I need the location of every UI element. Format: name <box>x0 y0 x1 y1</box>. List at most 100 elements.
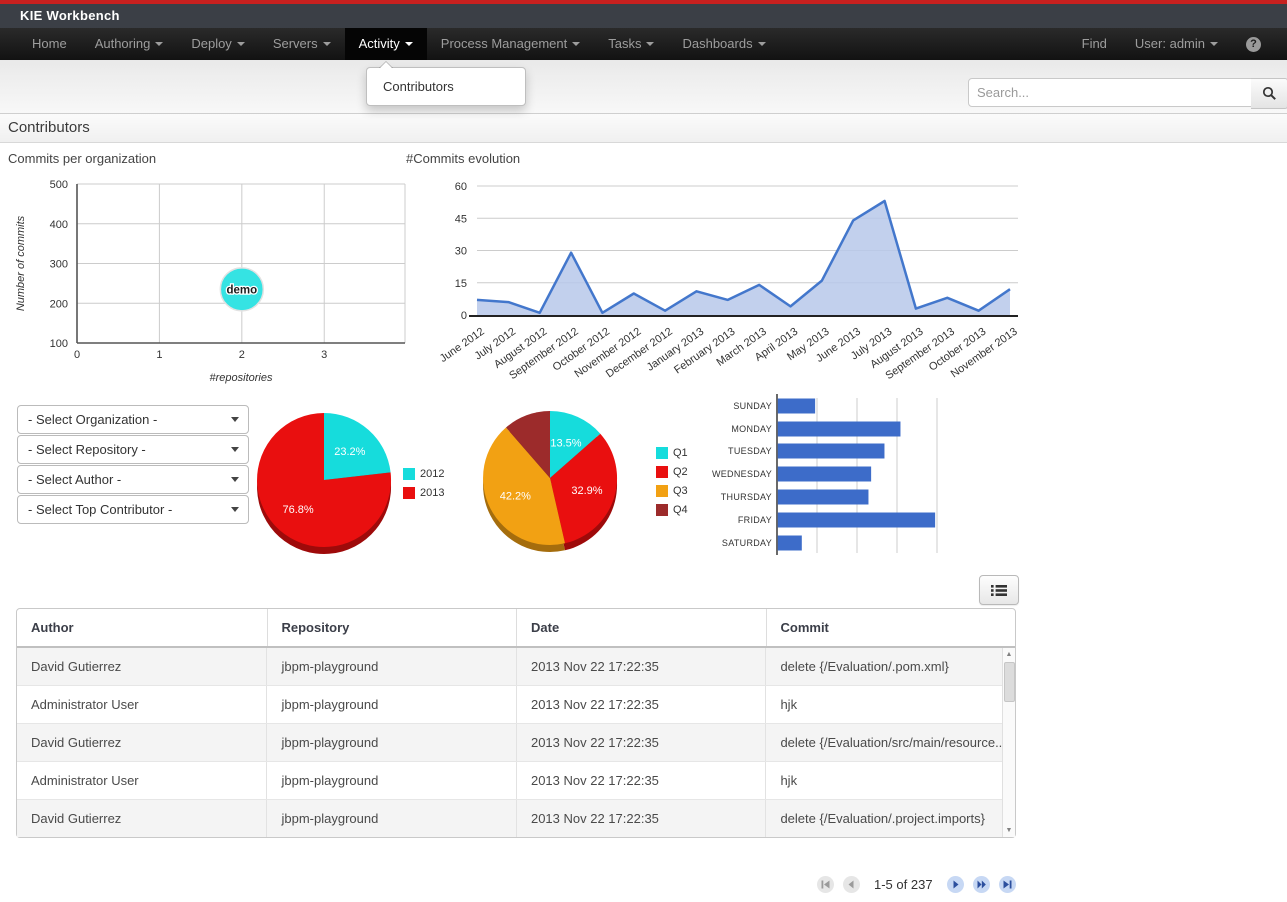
select-select-repository[interactable]: - Select Repository - <box>17 435 249 464</box>
page-first-button <box>817 876 834 893</box>
nav-item-dashboards[interactable]: Dashboards <box>668 28 779 60</box>
table-cell: Administrator User <box>17 762 266 799</box>
legend-item-2012: 2012 <box>403 464 444 483</box>
fast-forward-icon <box>977 880 986 889</box>
table-cell: 2013 Nov 22 17:22:35 <box>516 762 765 799</box>
app-title: KIE Workbench <box>20 4 120 28</box>
svg-text:200: 200 <box>50 298 68 310</box>
table-row: David Gutierrezjbpm-playground2013 Nov 2… <box>17 724 1015 762</box>
legend-swatch <box>403 468 415 480</box>
legend-swatch <box>656 466 668 478</box>
prev-icon <box>847 880 856 889</box>
menu-item-contributors[interactable]: Contributors <box>367 73 525 100</box>
svg-text:500: 500 <box>50 179 68 191</box>
table-cell: 2013 Nov 22 17:22:35 <box>516 648 765 685</box>
search-icon <box>1262 86 1277 101</box>
commits-by-quarter-pie-chart[interactable]: 13.5% 32.9% 42.2% <box>470 398 640 563</box>
table-cell: delete {/Evaluation/.project.imports} <box>765 800 1015 837</box>
commits-evolution-chart[interactable]: 015304560June 2012July 2012August 2012Se… <box>420 168 1035 400</box>
nav-item-activity[interactable]: Activity <box>345 28 427 60</box>
column-header-repository[interactable]: Repository <box>267 609 517 646</box>
scroll-up-icon[interactable]: ▲ <box>1003 651 1015 658</box>
svg-text:42.2%: 42.2% <box>500 491 531 503</box>
legend-swatch <box>656 447 668 459</box>
page-title-bar: Contributors <box>0 113 1287 143</box>
commits-per-organization-chart[interactable]: 1002003004005000123Number of commits#rep… <box>0 170 430 402</box>
last-icon <box>1003 880 1012 889</box>
svg-text:60: 60 <box>455 181 467 193</box>
select-select-top-contributor[interactable]: - Select Top Contributor - <box>17 495 249 524</box>
table-cell: 2013 Nov 22 17:22:35 <box>516 724 765 761</box>
caret-down-icon <box>231 477 239 482</box>
column-header-commit[interactable]: Commit <box>766 609 1016 646</box>
table-cell: 2013 Nov 22 17:22:35 <box>516 800 765 837</box>
table-cell: David Gutierrez <box>17 648 266 685</box>
scroll-down-icon[interactable]: ▼ <box>1003 827 1015 834</box>
nav-item-user[interactable]: User: admin <box>1121 28 1232 60</box>
page-fast-forward-button[interactable] <box>973 876 990 893</box>
table-scrollbar[interactable]: ▲ ▼ <box>1002 648 1015 837</box>
svg-text:2: 2 <box>239 349 245 361</box>
table-cell: 2013 Nov 22 17:22:35 <box>516 686 765 723</box>
nav-item-find[interactable]: Find <box>1068 28 1121 60</box>
svg-text:0: 0 <box>74 349 80 361</box>
select-select-author[interactable]: - Select Author - <box>17 465 249 494</box>
caret-down-icon <box>323 42 331 46</box>
commits-by-weekday-bar-chart[interactable]: SUNDAYMONDAYTUESDAYWEDNESDAYTHURSDAYFRID… <box>700 392 1000 564</box>
legend-item-q4: Q4 <box>656 500 688 519</box>
nav-item-home[interactable]: Home <box>18 28 81 60</box>
svg-text:15: 15 <box>455 278 467 290</box>
caret-down-icon <box>237 42 245 46</box>
table-row: Administrator Userjbpm-playground2013 No… <box>17 686 1015 724</box>
page-title: Contributors <box>8 114 90 142</box>
table-cell: delete {/Evaluation/src/main/resource... <box>765 724 1015 761</box>
svg-text:23.2%: 23.2% <box>334 446 365 458</box>
table-cell: jbpm-playground <box>266 724 515 761</box>
nav-item-servers[interactable]: Servers <box>259 28 345 60</box>
page-next-button[interactable] <box>947 876 964 893</box>
caret-down-icon <box>405 42 413 46</box>
caret-down-icon <box>1210 42 1218 46</box>
svg-text:300: 300 <box>50 259 68 271</box>
table-row: Administrator Userjbpm-playground2013 No… <box>17 762 1015 800</box>
table-rows: David Gutierrezjbpm-playground2013 Nov 2… <box>17 648 1015 837</box>
svg-text:SATURDAY: SATURDAY <box>722 538 772 548</box>
table-cell: delete {/Evaluation/.pom.xml} <box>765 648 1015 685</box>
svg-text:FRIDAY: FRIDAY <box>738 515 772 525</box>
table-row: David Gutierrezjbpm-playground2013 Nov 2… <box>17 800 1015 837</box>
help-icon[interactable]: ? <box>1246 37 1261 52</box>
table-body: David Gutierrezjbpm-playground2013 Nov 2… <box>17 648 1015 837</box>
caret-down-icon <box>758 42 766 46</box>
table-row: David Gutierrezjbpm-playground2013 Nov 2… <box>17 648 1015 686</box>
svg-text:45: 45 <box>455 213 467 225</box>
nav-item-authoring[interactable]: Authoring <box>81 28 178 60</box>
select-select-organization[interactable]: - Select Organization - <box>17 405 249 434</box>
nav-item-process-management[interactable]: Process Management <box>427 28 594 60</box>
svg-text:0: 0 <box>461 310 467 322</box>
next-icon <box>951 880 960 889</box>
commits-by-year-pie-chart[interactable]: 23.2%76.8% <box>250 398 410 563</box>
svg-text:32.9%: 32.9% <box>571 485 602 497</box>
nav-item-tasks[interactable]: Tasks <box>594 28 668 60</box>
svg-text:Number of commits: Number of commits <box>15 215 27 311</box>
search-input[interactable] <box>968 78 1259 107</box>
legend-item-q3: Q3 <box>656 481 688 500</box>
search-button[interactable] <box>1251 78 1287 109</box>
pagination: 1-5 of 237 <box>812 876 1021 893</box>
nav-left-group: HomeAuthoringDeployServersActivityProces… <box>18 28 780 60</box>
page-last-button[interactable] <box>999 876 1016 893</box>
nav-item-deploy[interactable]: Deploy <box>177 28 258 60</box>
svg-text:13.5%: 13.5% <box>550 438 581 450</box>
first-icon <box>821 880 830 889</box>
caret-down-icon <box>572 42 580 46</box>
table-cell: jbpm-playground <box>266 648 515 685</box>
column-header-author[interactable]: Author <box>17 609 267 646</box>
scrollbar-thumb[interactable] <box>1004 662 1015 702</box>
table-cell: Administrator User <box>17 686 266 723</box>
table-display-options-button[interactable] <box>979 575 1019 605</box>
caret-down-icon <box>231 417 239 422</box>
main-navigation: HomeAuthoringDeployServersActivityProces… <box>0 28 1287 60</box>
column-header-date[interactable]: Date <box>516 609 766 646</box>
caret-down-icon <box>231 447 239 452</box>
table-cell: jbpm-playground <box>266 686 515 723</box>
